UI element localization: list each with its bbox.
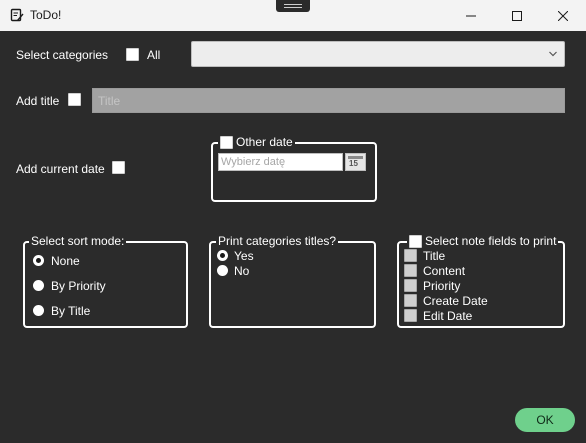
notepad-icon [10, 8, 24, 22]
close-icon [558, 10, 568, 21]
minimize-button[interactable] [448, 0, 494, 31]
close-button[interactable] [540, 0, 586, 31]
sort-title-label: By Title [51, 304, 91, 318]
other-date-checkbox[interactable] [220, 135, 233, 149]
maximize-button[interactable] [494, 0, 540, 31]
sort-priority-label: By Priority [51, 279, 106, 293]
calendar-button[interactable]: 15 [345, 153, 366, 171]
field-priority-label: Priority [423, 279, 461, 293]
field-title-label: Title [423, 249, 446, 263]
print-no-label: No [234, 264, 250, 278]
minimize-icon [466, 15, 476, 16]
field-create-date-checkbox[interactable] [404, 294, 417, 307]
field-content-label: Content [423, 264, 466, 278]
print-titles-legend: Print categories titles? [216, 234, 339, 248]
print-yes-label: Yes [234, 249, 254, 263]
drag-handle[interactable] [276, 0, 310, 12]
categories-label: Select categories [16, 48, 109, 62]
sort-priority-radio[interactable] [33, 280, 44, 291]
print-yes-radio[interactable] [217, 250, 228, 261]
field-priority-checkbox[interactable] [404, 279, 417, 292]
add-current-date-checkbox[interactable] [112, 161, 125, 174]
date-picker-input[interactable] [218, 153, 343, 171]
add-title-label: Add title [16, 94, 60, 108]
field-content-checkbox[interactable] [404, 264, 417, 277]
calendar-day: 15 [349, 159, 358, 168]
title-bar[interactable]: ToDo! [0, 0, 586, 31]
sort-none-radio[interactable] [33, 255, 44, 266]
maximize-icon [512, 10, 522, 21]
categories-dropdown[interactable] [191, 41, 565, 67]
chevron-down-icon [549, 51, 557, 57]
other-date-group: Other date [211, 135, 377, 202]
title-input[interactable] [92, 88, 565, 113]
main-panel: Select categories All Add title Add curr… [0, 31, 586, 443]
sort-title-radio[interactable] [33, 305, 44, 316]
sort-none-label: None [51, 254, 80, 268]
all-categories-checkbox[interactable] [126, 48, 139, 61]
other-date-legend: Other date [236, 135, 293, 149]
note-fields-legend: Select note fields to print [425, 234, 557, 248]
field-edit-date-checkbox[interactable] [404, 309, 417, 322]
field-create-date-label: Create Date [423, 294, 488, 308]
all-categories-label: All [147, 48, 161, 62]
add-current-date-label: Add current date [16, 162, 105, 176]
ok-button[interactable]: OK [515, 408, 575, 432]
print-no-radio[interactable] [217, 265, 228, 276]
window-title: ToDo! [30, 8, 62, 22]
select-all-fields-checkbox[interactable] [409, 234, 422, 248]
sort-mode-legend: Select sort mode: [29, 234, 127, 248]
add-title-checkbox[interactable] [68, 93, 81, 106]
field-title-checkbox[interactable] [404, 249, 417, 262]
field-edit-date-label: Edit Date [423, 309, 473, 323]
